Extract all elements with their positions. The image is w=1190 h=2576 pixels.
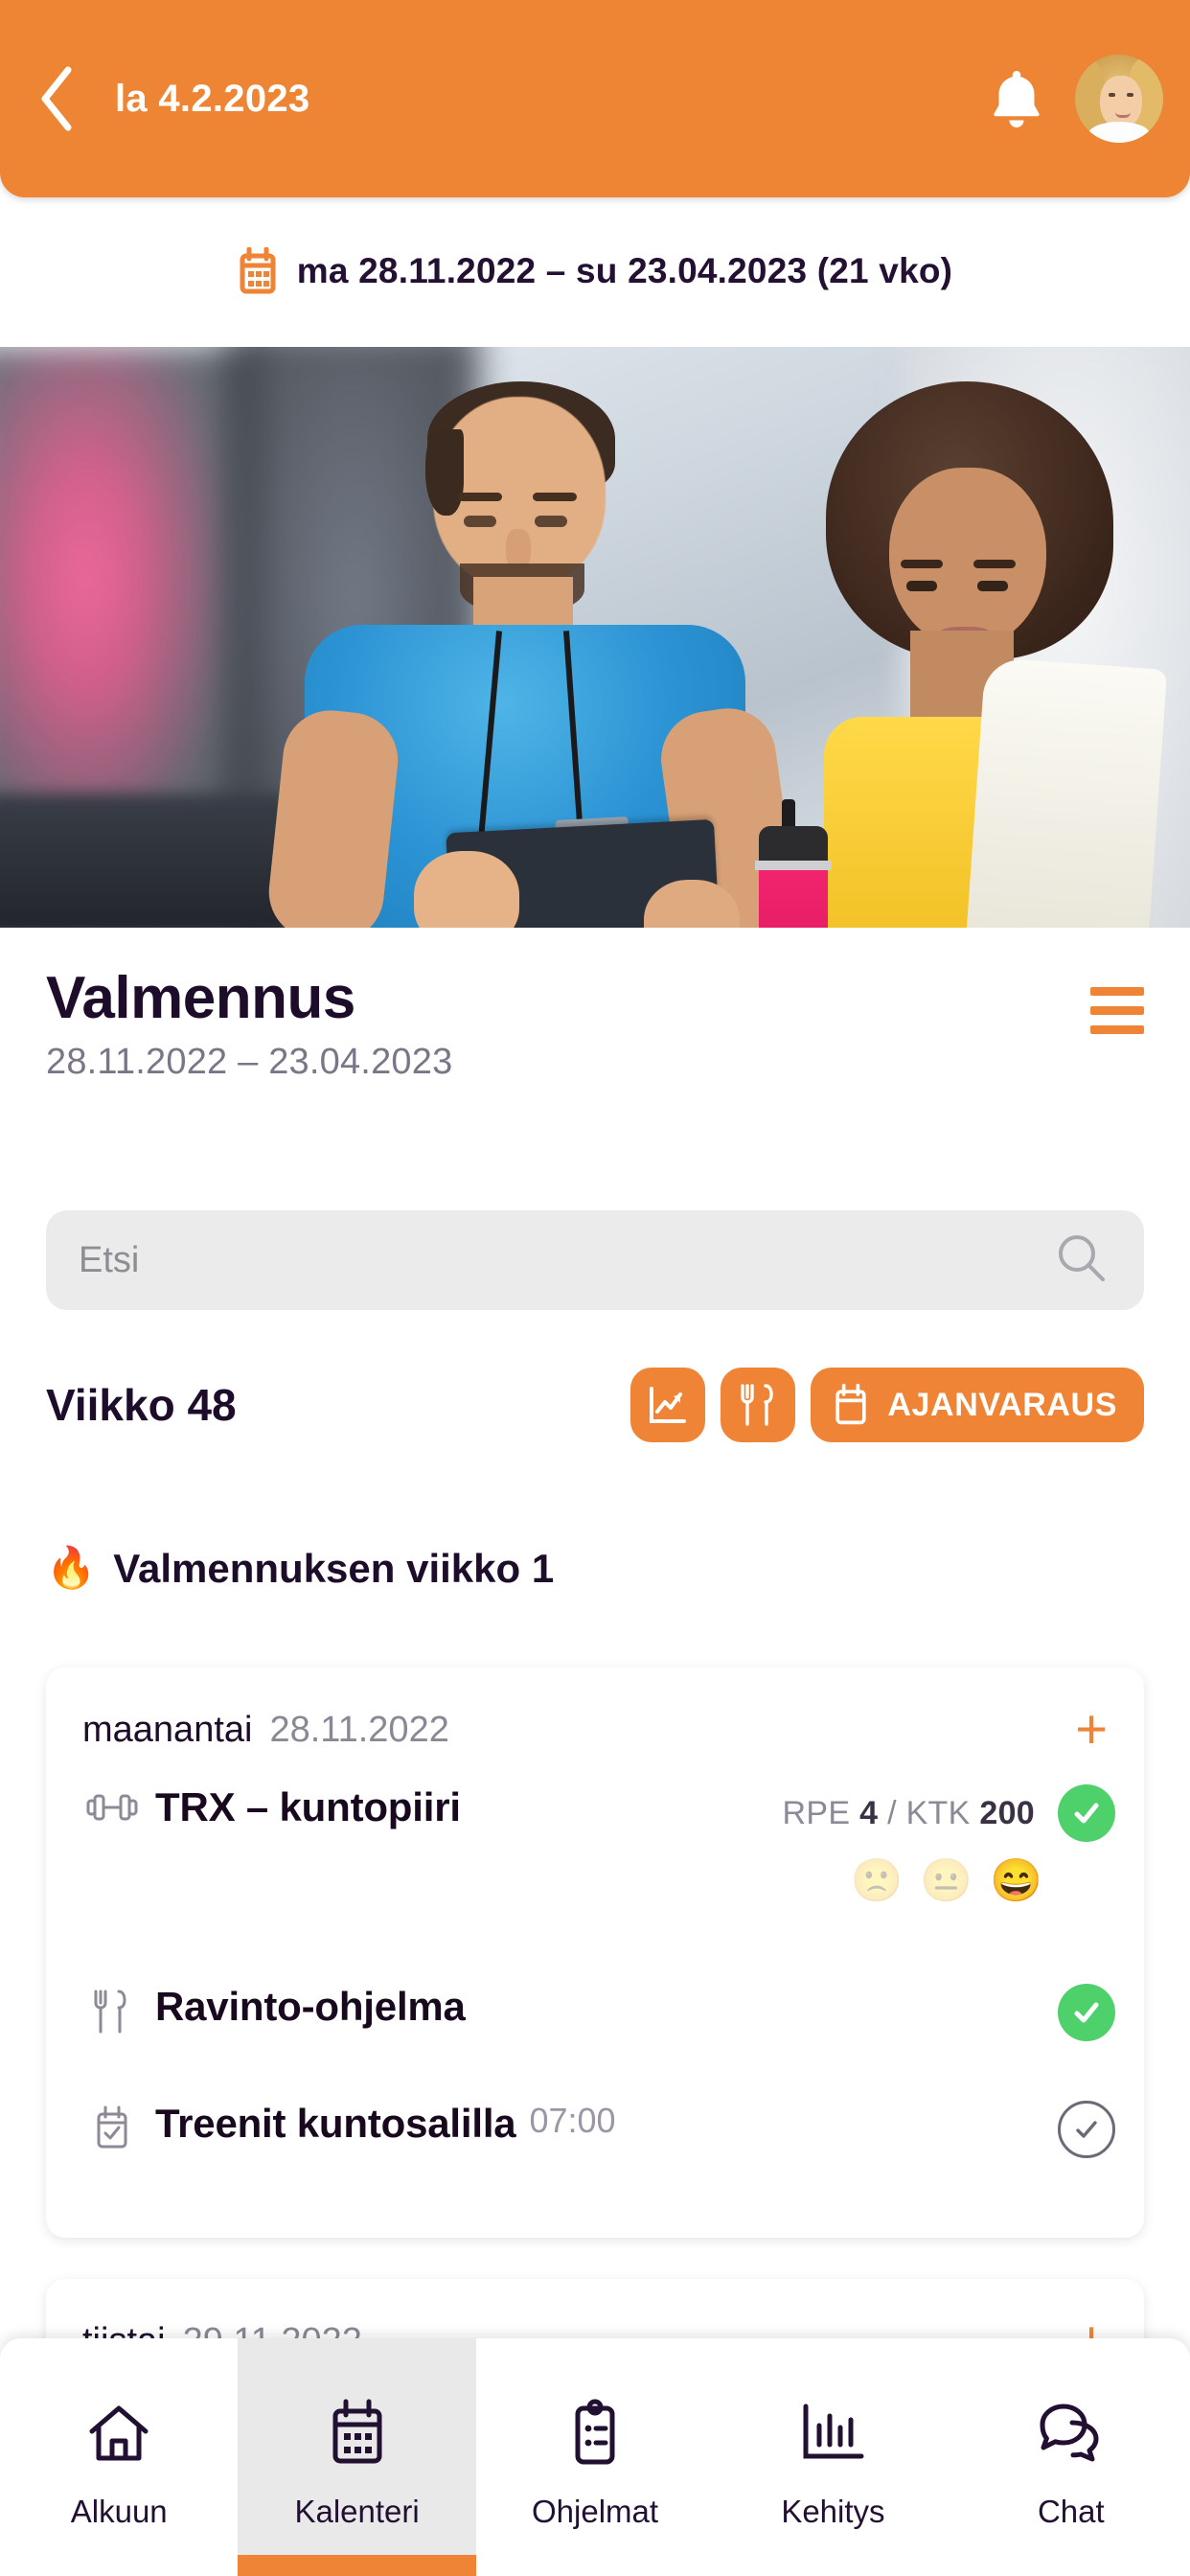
nav-item-kalenteri[interactable]: Kalenteri <box>238 2338 476 2576</box>
meta-rpe-label: RPE <box>782 1794 851 1831</box>
chevron-left-icon <box>41 66 72 131</box>
hero-treadmill <box>0 794 297 928</box>
calendar-check-icon <box>82 2104 142 2152</box>
chart-icon <box>650 1387 687 1423</box>
nav-label: Kalenteri <box>294 2494 420 2529</box>
status-badge-pending[interactable] <box>1058 2101 1115 2158</box>
avatar-eye-right <box>1127 93 1133 97</box>
week-title: Viikko 48 <box>46 1380 237 1430</box>
trainer-brow-right <box>533 493 577 501</box>
week-note-text: Valmennuksen viikko 1 <box>113 1545 555 1591</box>
item-title: Ravinto-ohjelma <box>155 1984 466 2029</box>
client-eye-left <box>906 581 937 591</box>
nav-label: Ohjelmat <box>531 2494 659 2529</box>
avatar[interactable] <box>1075 55 1163 143</box>
water-bottle <box>759 826 828 928</box>
calendar-icon <box>835 1383 867 1425</box>
cutlery-icon <box>741 1384 774 1426</box>
day-item-trx[interactable]: TRX – kuntopiiri RPE 4 / KTK 200 🙁 😐 😄 <box>46 1784 1144 1905</box>
progress-chart-button[interactable] <box>630 1368 706 1442</box>
meta-ktk-value: 200 <box>979 1794 1035 1831</box>
day-card-monday: maanantai 28.11.2022 + TRX – kuntopiiri … <box>46 1668 1144 2238</box>
nav-item-kehitys[interactable]: Kehitys <box>714 2338 951 2576</box>
nutrition-button[interactable] <box>721 1368 796 1442</box>
item-meta: RPE 4 / KTK 200 <box>783 1795 1035 1832</box>
trainer-eye-left <box>464 516 496 527</box>
item-title: TRX – kuntopiiri <box>155 1784 461 1829</box>
dumbbell-icon <box>82 1788 142 1827</box>
nav-label: Chat <box>1037 2494 1105 2529</box>
add-entry-button[interactable]: + <box>1075 1702 1108 1758</box>
check-icon <box>1074 2002 1099 2023</box>
calendar-icon <box>328 2394 387 2472</box>
rating-emoji-group[interactable]: 🙁 😐 😄 <box>851 1855 1042 1905</box>
nav-item-alkuun[interactable]: Alkuun <box>0 2338 238 2576</box>
day-name: maanantai <box>82 1710 253 1750</box>
item-time: 07:00 <box>529 2101 616 2140</box>
trainer-hair-side <box>425 429 464 516</box>
page-subtitle: 28.11.2022 – 23.04.2023 <box>46 1042 453 1082</box>
status-badge-done[interactable] <box>1058 1784 1115 1842</box>
trainer-brow-left <box>458 493 502 501</box>
client-towel <box>965 656 1168 928</box>
day-date: 28.11.2022 <box>269 1710 449 1750</box>
client-brow-left <box>901 560 943 568</box>
trainer-eye-right <box>535 516 567 527</box>
app-header: la 4.2.2023 <box>0 0 1190 197</box>
bell-icon <box>994 71 1040 127</box>
search-field[interactable]: Etsi <box>46 1210 1144 1310</box>
bottle-ring <box>755 861 832 870</box>
fire-emoji-icon: 🔥 <box>46 1545 97 1590</box>
day-item-gym-training[interactable]: Treenit kuntosalilla 07:00 <box>46 2101 1144 2158</box>
nav-label: Kehitys <box>781 2494 885 2529</box>
hamburger-menu-icon[interactable] <box>1090 987 1144 1034</box>
client-face <box>889 468 1046 648</box>
home-icon <box>84 2394 153 2472</box>
day-header: maanantai 28.11.2022 + <box>46 1668 1144 1758</box>
hamburger-line-3 <box>1090 1025 1144 1034</box>
day-item-nutrition[interactable]: Ravinto-ohjelma <box>46 1984 1144 2041</box>
program-daterange-bar[interactable]: ma 28.11.2022 – su 23.04.2023 (21 vko) <box>0 197 1190 345</box>
cutlery-icon <box>82 1988 142 2036</box>
hamburger-line-1 <box>1090 987 1144 996</box>
client-eye-right <box>977 581 1008 591</box>
check-icon <box>1074 1803 1099 1824</box>
rating-happy-icon[interactable]: 😄 <box>990 1855 1042 1905</box>
client-brow-right <box>973 560 1016 568</box>
hamburger-line-2 <box>1090 1006 1144 1015</box>
rating-neutral-icon[interactable]: 😐 <box>920 1855 973 1905</box>
page-title-block: Valmennus 28.11.2022 – 23.04.2023 <box>0 928 1190 1083</box>
rating-sad-icon[interactable]: 🙁 <box>851 1855 904 1905</box>
daterange-text: ma 28.11.2022 – su 23.04.2023 (21 vko) <box>296 251 953 290</box>
item-title: Treenit kuntosalilla <box>155 2101 516 2146</box>
avatar-shirt <box>1088 122 1150 143</box>
booking-button-label: AJANVARAUS <box>887 1386 1117 1423</box>
bottom-navigation: Alkuun Kalenteri Ohjelmat Kehitys Chat <box>0 2338 1190 2576</box>
notifications-button[interactable] <box>964 46 1069 151</box>
search-icon[interactable] <box>1054 1230 1110 1291</box>
back-button[interactable] <box>13 53 105 145</box>
active-tab-indicator <box>238 2555 476 2576</box>
page-title: Valmennus <box>46 965 355 1031</box>
meta-rpe-value: 4 <box>859 1794 879 1831</box>
nav-label: Alkuun <box>70 2494 168 2529</box>
header-title: la 4.2.2023 <box>115 77 310 120</box>
nav-item-ohjelmat[interactable]: Ohjelmat <box>476 2338 714 2576</box>
calendar-icon <box>240 247 276 294</box>
avatar-eye-left <box>1109 93 1115 97</box>
clipboard-list-icon <box>567 2394 623 2472</box>
chat-bubbles-icon <box>1033 2394 1110 2472</box>
booking-button[interactable]: AJANVARAUS <box>811 1368 1144 1442</box>
status-badge-done[interactable] <box>1058 1984 1115 2041</box>
week-header-row: Viikko 48 AJANVARAUS <box>0 1359 1190 1451</box>
week-actions: AJANVARAUS <box>630 1368 1144 1442</box>
bar-chart-icon <box>798 2394 867 2472</box>
hero-image <box>0 347 1190 928</box>
check-icon <box>1076 2121 1097 2138</box>
nav-item-chat[interactable]: Chat <box>952 2338 1190 2576</box>
week-note: 🔥 Valmennuksen viikko 1 <box>46 1545 1144 1592</box>
meta-ktk-label: / KTK <box>887 1794 971 1831</box>
search-placeholder[interactable]: Etsi <box>46 1240 1054 1281</box>
trainer-hand-left <box>414 851 519 928</box>
